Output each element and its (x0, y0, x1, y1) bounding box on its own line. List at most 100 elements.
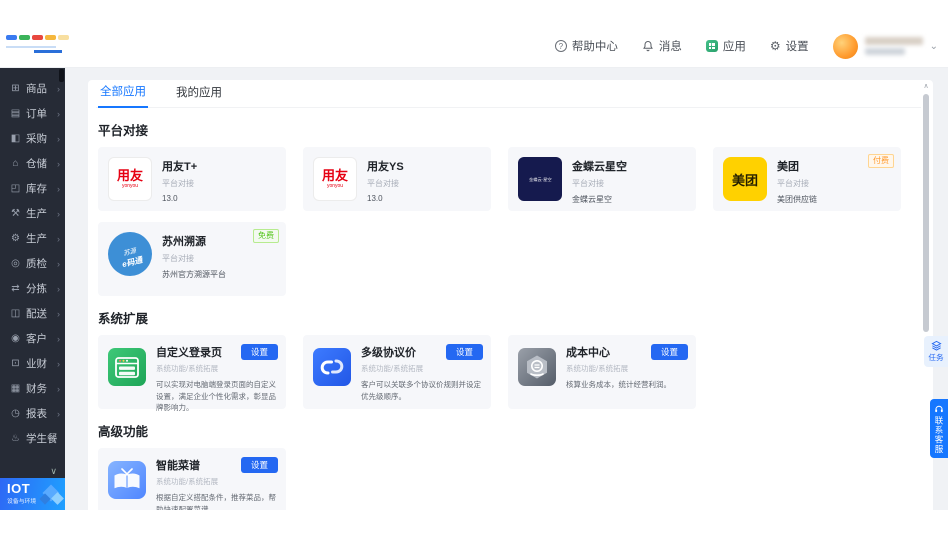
platform-cards-row-1: 用友 yonyou 用友T+ 平台对接 13.0 用友 yonyou 用友YS … (96, 147, 921, 211)
section-title-system: 系统扩展 (98, 308, 921, 327)
feature-title: 自定义登录页 (156, 344, 222, 360)
sidebar-item-finance[interactable]: ▦ 财务 › (0, 376, 65, 401)
chevron-right-icon: › (57, 234, 60, 244)
apps-button[interactable]: 应用 (706, 38, 746, 54)
sidebar-item-goods[interactable]: ⊞ 商品 › (0, 76, 65, 101)
app-version: 13.0 (367, 194, 404, 203)
sidebar-item-production[interactable]: ⚒ 生产 › (0, 201, 65, 226)
yonyou-logo-icon: 用友 yonyou (313, 157, 357, 201)
feature-description: 根据自定义搭配条件，推荐菜品，帮助快速配置菜谱。 (156, 492, 278, 510)
production2-icon: ⚙ (9, 233, 22, 244)
main-scrollbar[interactable]: ∧ (922, 82, 930, 508)
sidebar-item-orders[interactable]: ▤ 订单 › (0, 101, 65, 126)
apps-tabs: 全部应用 我的应用 (96, 80, 921, 108)
sidebar-scroll-more-icon[interactable]: ∨ (50, 466, 57, 477)
chevron-right-icon: › (57, 334, 60, 344)
feature-card-custom-login[interactable]: 自定义登录页 设置 系统功能/系统拓展 可以实现对电脑端登录页面的自定义设置，满… (98, 335, 286, 409)
app-subtitle: 苏州官方溯源平台 (162, 269, 226, 280)
sidebar-item-delivery[interactable]: ◫ 配送 › (0, 301, 65, 326)
app-logo[interactable] (6, 35, 106, 53)
multi-level-price-icon (313, 348, 351, 386)
yonyou-logo-icon: 用友 yonyou (108, 157, 152, 201)
app-title: 用友YS (367, 158, 404, 174)
section-title-platform: 平台对接 (98, 120, 921, 139)
sidebar-item-warehouse[interactable]: ⌂ 仓储 › (0, 151, 65, 176)
chevron-right-icon: › (57, 209, 60, 219)
username-redacted (865, 37, 923, 55)
settings-button[interactable]: 设置 (241, 344, 278, 360)
feature-description: 客户可以关联多个协议价规则并设定优先级顺序。 (361, 379, 483, 402)
top-bar: ? 帮助中心 消息 应用 ⚙ 设置 ⌄ (0, 25, 948, 68)
kingdee-logo-icon: 金蝶云·星空 (518, 157, 562, 201)
cost-center-icon (518, 348, 556, 386)
help-center-button[interactable]: ? 帮助中心 (555, 38, 618, 54)
tab-my-apps[interactable]: 我的应用 (174, 84, 224, 107)
tab-all-apps[interactable]: 全部应用 (98, 83, 148, 108)
iot-entry[interactable]: IOT 设备与环境 (0, 478, 65, 510)
app-subtitle: 金蝶云星空 (572, 194, 627, 205)
scrollbar-thumb[interactable] (923, 94, 929, 332)
user-menu[interactable]: ⌄ (833, 34, 938, 59)
main-area: 全部应用 我的应用 平台对接 用友 yonyou 用友T+ 平台对接 13.0 … (65, 68, 948, 510)
reports-icon: ◷ (9, 408, 22, 419)
app-title: 用友T+ (162, 158, 197, 174)
sidebar-item-quality[interactable]: ◎ 质检 › (0, 251, 65, 276)
app-subtitle: 美团供应链 (777, 194, 817, 205)
app-card-meituan[interactable]: 付费 美团 美团 平台对接 美团供应链 (713, 147, 901, 211)
student-meal-icon: ♨ (9, 433, 22, 444)
feature-card-multi-level-price[interactable]: 多级协议价 设置 系统功能/系统拓展 客户可以关联多个协议价规则并设定优先级顺序… (303, 335, 491, 409)
task-widget[interactable]: 任务 (924, 336, 948, 367)
chevron-right-icon: › (57, 259, 60, 269)
headset-icon (934, 404, 944, 414)
purchase-icon: ◧ (9, 133, 22, 144)
chevron-right-icon: › (57, 134, 60, 144)
contact-service-tab[interactable]: 联系客服 (930, 399, 948, 458)
chevron-right-icon: › (57, 409, 60, 419)
messages-label: 消息 (659, 38, 682, 54)
meituan-logo-icon: 美团 (723, 157, 767, 201)
scroll-up-icon[interactable]: ∧ (922, 82, 930, 92)
finance-icon: ▦ (9, 383, 22, 394)
settings-label: 设置 (786, 38, 809, 54)
sidebar-item-production-2[interactable]: ⚙ 生产 › (0, 226, 65, 251)
customer-icon: ◉ (9, 333, 22, 344)
settings-button[interactable]: 设置 (241, 457, 278, 473)
sidebar-item-customer[interactable]: ◉ 客户 › (0, 326, 65, 351)
app-card-kingdee[interactable]: 金蝶云·星空 金蝶云星空 平台对接 金蝶云星空 (508, 147, 696, 211)
suyuan-logo-icon: 苏源 e码通 (108, 232, 152, 276)
sidebar-item-student-meal[interactable]: ♨ 学生餐 (0, 426, 65, 451)
feature-card-cost-center[interactable]: 成本中心 设置 系统功能/系统拓展 核算业务成本，统计经营利润。 (508, 335, 696, 409)
sidebar-scrollbar[interactable] (59, 69, 64, 82)
apps-icon (706, 40, 718, 52)
feature-description: 核算业务成本，统计经营利润。 (566, 379, 688, 391)
goods-icon: ⊞ (9, 83, 22, 94)
app-card-yonyou-ys[interactable]: 用友 yonyou 用友YS 平台对接 13.0 (303, 147, 491, 211)
feature-card-smart-recipe[interactable]: 智能菜谱 设置 系统功能/系统拓展 根据自定义搭配条件，推荐菜品，帮助快速配置菜… (98, 448, 286, 510)
bell-icon (642, 40, 654, 52)
feature-category: 系统功能/系统拓展 (156, 476, 278, 487)
top-nav: ? 帮助中心 消息 应用 ⚙ 设置 ⌄ (555, 25, 938, 67)
sidebar-item-sorting[interactable]: ⇄ 分拣 › (0, 276, 65, 301)
chevron-right-icon: › (57, 109, 60, 119)
messages-button[interactable]: 消息 (642, 38, 682, 54)
feature-category: 系统功能/系统拓展 (361, 363, 483, 374)
settings-button[interactable]: 设置 (651, 344, 688, 360)
logo-underline (6, 46, 56, 48)
settings-button[interactable]: ⚙ 设置 (770, 38, 809, 54)
warehouse-icon: ⌂ (9, 158, 22, 169)
orders-icon: ▤ (9, 108, 22, 119)
app-card-yonyou-tplus[interactable]: 用友 yonyou 用友T+ 平台对接 13.0 (98, 147, 286, 211)
chevron-right-icon: › (57, 359, 60, 369)
paid-badge: 付费 (868, 154, 894, 168)
chevron-right-icon: › (57, 184, 60, 194)
chevron-right-icon: › (57, 84, 60, 94)
app-card-suzhou-suyuan[interactable]: 免费 苏源 e码通 苏州溯源 平台对接 苏州官方溯源平台 (98, 222, 286, 296)
system-cards-row: 自定义登录页 设置 系统功能/系统拓展 可以实现对电脑端登录页面的自定义设置，满… (96, 335, 921, 409)
sidebar-item-inventory[interactable]: ◰ 库存 › (0, 176, 65, 201)
sidebar-item-business-finance[interactable]: ⊡ 业财 › (0, 351, 65, 376)
contact-service-label: 联系客服 (933, 416, 945, 454)
sidebar-item-reports[interactable]: ◷ 报表 › (0, 401, 65, 426)
platform-cards-row-2: 免费 苏源 e码通 苏州溯源 平台对接 苏州官方溯源平台 (96, 222, 921, 296)
settings-button[interactable]: 设置 (446, 344, 483, 360)
sidebar-item-purchase[interactable]: ◧ 采购 › (0, 126, 65, 151)
